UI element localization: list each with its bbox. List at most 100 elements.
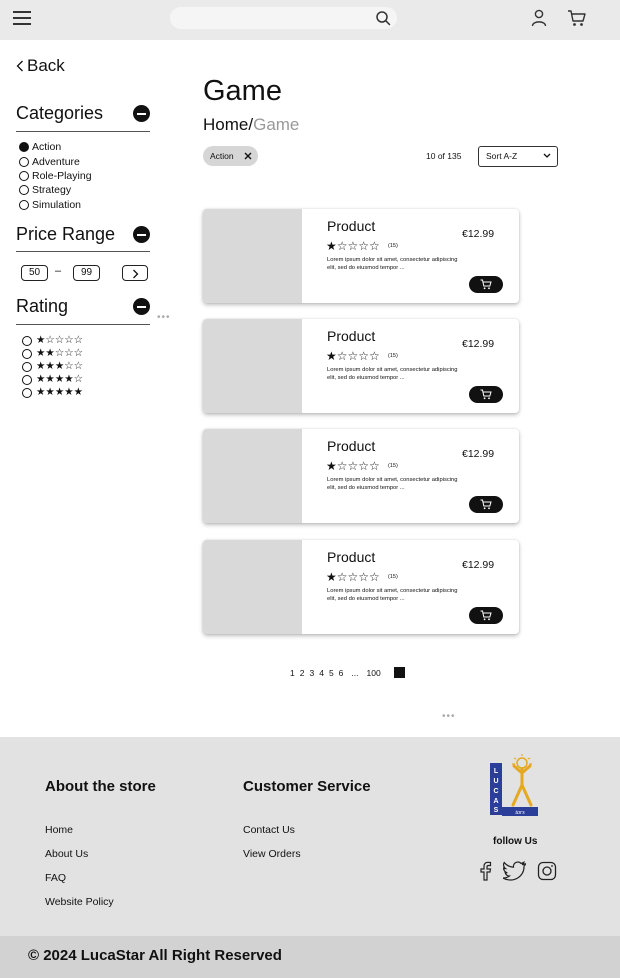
user-icon[interactable] [531,9,547,27]
rating-option-4[interactable]: ★★★★☆ [22,373,83,386]
product-description: Lorem ipsum dolor sit amet, consectetur … [327,588,458,602]
product-rating: ★☆☆☆☆ [326,239,380,253]
radio-icon[interactable] [22,335,32,346]
close-icon[interactable] [244,152,252,160]
add-to-cart-button[interactable] [469,607,503,624]
back-link[interactable]: Back [16,56,65,76]
category-option-role-playing[interactable]: Role-Playing [19,169,92,183]
page-link[interactable]: 1 [290,668,295,678]
rating-option-5[interactable]: ★★★★★ [22,386,83,399]
top-bar [0,0,620,40]
breadcrumb: Home/Game [203,115,299,135]
star-rating: ★★★★★ [36,386,84,398]
add-to-cart-button[interactable] [469,276,503,293]
category-option-strategy[interactable]: Strategy [19,183,92,197]
product-name[interactable]: Product [327,218,375,234]
facebook-icon[interactable] [478,861,492,881]
product-name[interactable]: Product [327,328,375,344]
page-link[interactable]: 3 [309,668,314,678]
search-icon[interactable] [375,10,391,26]
star-rating: ★★☆☆☆ [36,347,84,359]
cart-icon[interactable] [567,9,587,27]
follow-us-label: follow Us [493,836,538,847]
product-description: Lorem ipsum dolor sit amet, consectetur … [327,477,458,491]
categories-heading: Categories [16,103,104,123]
product-card[interactable]: Product ★☆☆☆☆ (15) Lorem ipsum dolor sit… [203,319,519,413]
product-image[interactable] [203,429,302,523]
hamburger-menu-icon[interactable] [13,11,31,25]
breadcrumb-current: Game [253,115,300,134]
product-name[interactable]: Product [327,549,375,565]
product-image[interactable] [203,319,302,413]
page-link[interactable]: 6 [339,668,344,678]
radio-icon[interactable] [22,374,32,385]
product-image[interactable] [203,540,302,634]
product-description: Lorem ipsum dolor sit amet, consectetur … [327,367,458,381]
pagination-ellipsis: ... [351,667,359,678]
category-list: Action Adventure Role-Playing Strategy S… [19,140,92,212]
back-label: Back [27,56,65,75]
radio-icon[interactable] [19,156,29,167]
category-label: Strategy [32,184,72,197]
page-link[interactable]: 2 [300,668,305,678]
category-option-simulation[interactable]: Simulation [19,198,92,212]
add-to-cart-button[interactable] [469,496,503,513]
rating-option-2[interactable]: ★★☆☆☆ [22,347,83,360]
radio-icon[interactable] [19,185,29,196]
instagram-icon[interactable] [537,861,557,881]
divider [16,251,150,252]
radio-selected-icon[interactable] [19,142,29,153]
radio-icon[interactable] [19,170,29,181]
copyright-text: © 2024 LucaStar All Right Reserved [0,936,620,978]
filter-chip-action[interactable]: Action [203,146,258,166]
footer-link-website-policy[interactable]: Website Policy [45,896,114,908]
sort-label: Sort A-Z [486,151,518,161]
collapse-price-button[interactable] [133,226,150,243]
svg-text:C: C [493,788,498,795]
collapse-rating-button[interactable] [133,298,150,315]
category-option-adventure[interactable]: Adventure [19,154,92,168]
footer-link-home[interactable]: Home [45,824,73,836]
more-icon: ••• [442,711,456,722]
radio-icon[interactable] [22,361,32,372]
product-card[interactable]: Product ★☆☆☆☆ (15) Lorem ipsum dolor sit… [203,429,519,523]
product-card[interactable]: Product ★☆☆☆☆ (15) Lorem ipsum dolor sit… [203,540,519,634]
product-name[interactable]: Product [327,438,375,454]
radio-icon[interactable] [22,348,32,359]
page-link[interactable]: 5 [329,668,334,678]
footer-link-contact-us[interactable]: Contact Us [243,824,295,836]
search-bar[interactable] [170,7,397,29]
page-link-last[interactable]: 100 [367,668,381,678]
star-rating: ★★★★☆ [36,373,84,385]
footer-link-view-orders[interactable]: View Orders [243,848,301,860]
apply-price-button[interactable] [122,265,148,281]
category-option-action[interactable]: Action [19,140,92,154]
search-input[interactable] [180,10,370,26]
rating-heading: Rating [16,296,69,316]
sort-dropdown[interactable]: Sort A-Z [478,146,558,167]
breadcrumb-home[interactable]: Home [203,115,248,134]
rating-option-3[interactable]: ★★★☆☆ [22,360,83,373]
svg-text:S: S [494,807,499,814]
product-card[interactable]: Product ★☆☆☆☆ (15) Lorem ipsum dolor sit… [203,209,519,303]
collapse-categories-button[interactable] [133,105,150,122]
category-label: Adventure [32,155,80,168]
radio-icon[interactable] [19,199,29,210]
rating-option-1[interactable]: ★☆☆☆☆ [22,334,83,347]
footer-link-about-us[interactable]: About Us [45,848,88,860]
product-rating: ★☆☆☆☆ [326,570,380,584]
price-max-input[interactable]: 99 [73,265,100,281]
product-price: €12.99 [462,448,495,460]
next-page-button[interactable] [393,667,405,678]
radio-icon[interactable] [22,387,32,398]
cart-icon [480,389,492,400]
price-min-input[interactable]: 50 [21,265,48,281]
svg-text:A: A [493,798,498,805]
product-image[interactable] [203,209,302,303]
review-count: (15) [388,353,398,359]
twitter-icon[interactable] [503,861,526,881]
footer-link-faq[interactable]: FAQ [45,872,66,884]
page-link[interactable]: 4 [319,668,324,678]
add-to-cart-button[interactable] [469,386,503,403]
chevron-right-icon [133,269,139,279]
